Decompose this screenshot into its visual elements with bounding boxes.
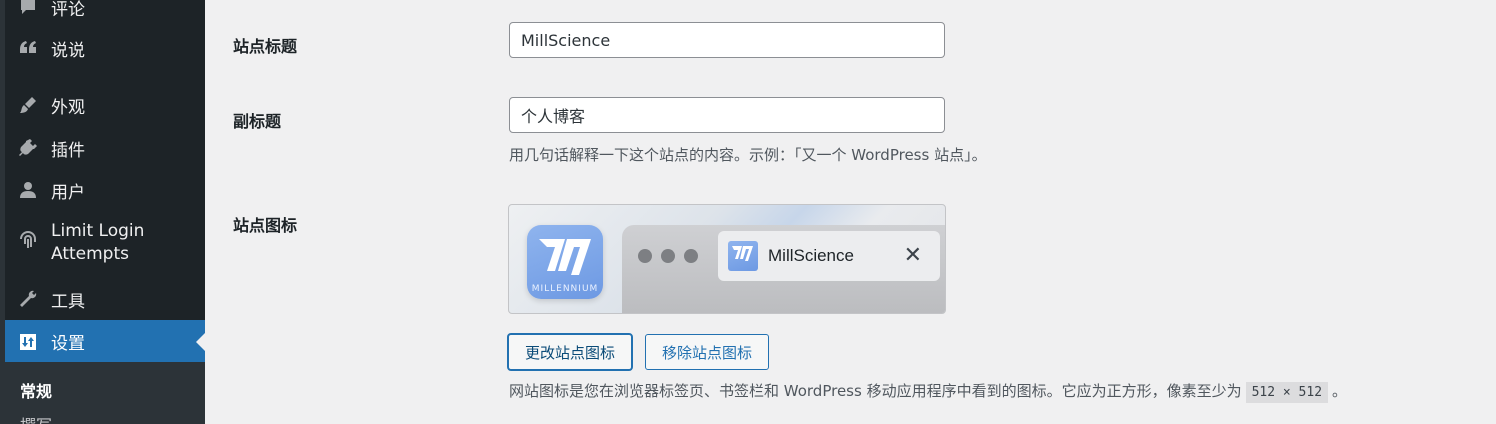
site-icon-preview: MILLENNIUM MillScience ✕ (508, 204, 946, 314)
browser-tab: MillScience ✕ (718, 231, 940, 281)
site-icon-description-suffix: 。 (1332, 382, 1348, 400)
tagline-description: 用几句话解释一下这个站点的内容。示例：「又一个 WordPress 站点」。 (509, 146, 987, 164)
fingerprint-icon (17, 228, 39, 250)
browser-mockup: MillScience ✕ (622, 225, 945, 313)
label-line-1: Limit Login (51, 221, 145, 241)
plugin-icon (17, 137, 39, 159)
site-title-label: 站点标题 (233, 37, 298, 56)
remove-site-icon-button[interactable]: 移除站点图标 (645, 334, 769, 370)
sidebar-item-label: 外观 (51, 97, 85, 118)
sidebar-item-plugins[interactable]: 插件 (5, 133, 205, 163)
sidebar-item-label: Limit Login Attempts (51, 220, 144, 266)
tab-title: MillScience (768, 246, 854, 265)
site-title-input[interactable] (509, 22, 945, 58)
label-line-2: Attempts (51, 244, 129, 264)
window-dot-icon (661, 249, 675, 263)
close-icon: ✕ (903, 243, 922, 268)
sidebar-item-label: 评论 (51, 0, 85, 20)
window-dot-icon (684, 249, 698, 263)
comment-icon (17, 0, 39, 18)
sidebar-item-label: 工具 (51, 291, 85, 312)
favicon-icon (728, 241, 758, 271)
sidebar-item-users[interactable]: 用户 (5, 175, 205, 205)
sidebar-item-label: 插件 (51, 140, 85, 161)
site-icon-label: 站点图标 (233, 216, 298, 235)
window-dot-icon (638, 249, 652, 263)
site-icon-description: 网站图标是您在浏览器标签页、书签栏和 WordPress 移动应用程序中看到的图… (509, 380, 1348, 403)
quote-icon (17, 37, 39, 59)
tagline-input[interactable] (509, 97, 945, 133)
sidebar-item-label: 设置 (51, 334, 85, 354)
app-icon-preview: MILLENNIUM (527, 225, 603, 299)
submenu-item-writing[interactable]: 撰写 (20, 412, 52, 424)
submenu-item-general[interactable]: 常规 (20, 378, 52, 402)
sidebar-item-tools[interactable]: 工具 (5, 284, 205, 314)
sidebar-item-comments[interactable]: 评论 (5, 0, 205, 22)
sidebar-item-label: 用户 (51, 182, 85, 203)
sidebar-item-label: 说说 (51, 40, 85, 61)
change-site-icon-button[interactable]: 更改站点图标 (508, 334, 632, 370)
icon-size-code: 512 × 512 (1245, 382, 1329, 403)
user-icon (17, 179, 39, 201)
sidebar-item-limit-login-attempts[interactable]: Limit Login Attempts (5, 220, 205, 270)
sidebar-item-settings[interactable]: 设置 (5, 320, 205, 363)
brush-icon (17, 94, 39, 116)
wrench-icon (17, 288, 39, 310)
brand-text: MILLENNIUM (531, 284, 599, 294)
sidebar-item-shuoshuo[interactable]: 说说 (5, 33, 205, 63)
site-icon-description-text: 网站图标是您在浏览器标签页、书签栏和 WordPress 移动应用程序中看到的图… (509, 382, 1242, 400)
admin-sidebar: 评论 说说 外观 插件 用户 Limit Login Attempts 工具 设… (0, 0, 205, 424)
tagline-label: 副标题 (233, 112, 282, 131)
settings-icon (17, 331, 39, 353)
sidebar-item-appearance[interactable]: 外观 (5, 90, 205, 120)
